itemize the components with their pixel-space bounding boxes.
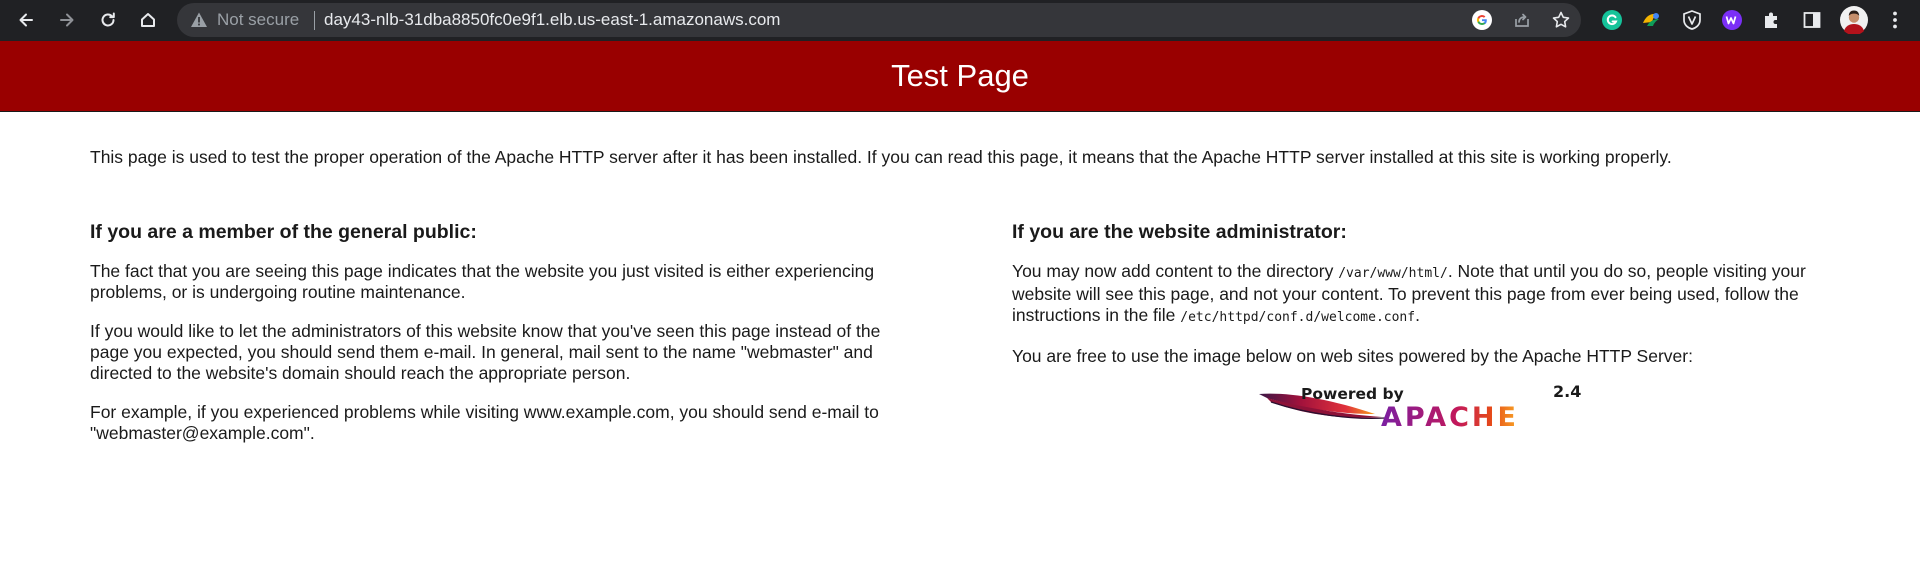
- public-paragraph-3: For example, if you experienced problems…: [90, 402, 879, 443]
- home-icon[interactable]: [134, 6, 162, 34]
- intro-paragraph: This page is used to test the proper ope…: [90, 147, 1672, 167]
- share-icon[interactable]: [1512, 10, 1532, 30]
- config-file-path: /etc/httpd/conf.d/welcome.conf: [1180, 310, 1416, 325]
- warning-icon[interactable]: [190, 11, 208, 29]
- omnibox-divider: [314, 11, 315, 30]
- admin-paragraph-2: You are free to use the image below on w…: [1012, 346, 1693, 366]
- w-extension-icon[interactable]: [1721, 9, 1743, 31]
- public-heading: If you are a member of the general publi…: [90, 221, 477, 243]
- menu-kebab-icon[interactable]: [1884, 9, 1906, 31]
- back-arrow-icon[interactable]: [12, 6, 40, 34]
- powered-by-apache-badge: Powered by 2.4 APACHE: [1259, 384, 1581, 432]
- address-bar[interactable]: Not secure day43-nlb-31dba8850fc0e9f1.el…: [177, 3, 1581, 37]
- profile-avatar[interactable]: [1840, 6, 1868, 34]
- badge-powered-by: Powered by: [1301, 385, 1404, 403]
- page-title: Test Page: [891, 58, 1029, 93]
- puzzle-extensions-icon[interactable]: [1761, 9, 1783, 31]
- badge-brand: APACHE: [1381, 402, 1519, 432]
- shield-extension-icon[interactable]: [1681, 9, 1703, 31]
- extension-color-icon[interactable]: [1641, 9, 1663, 31]
- browser-toolbar: Not secure day43-nlb-31dba8850fc0e9f1.el…: [0, 0, 1920, 41]
- badge-version: 2.4: [1553, 384, 1581, 401]
- reload-icon[interactable]: [94, 6, 122, 34]
- admin-text-a: You may now add content to the directory: [1012, 261, 1339, 281]
- bookmark-star-icon[interactable]: [1551, 10, 1571, 30]
- security-label[interactable]: Not secure: [217, 11, 299, 29]
- grammarly-icon[interactable]: [1601, 9, 1623, 31]
- page-header-banner: Test Page: [0, 41, 1920, 112]
- forward-arrow-icon[interactable]: [53, 6, 81, 34]
- google-icon[interactable]: [1472, 10, 1492, 30]
- url-text[interactable]: day43-nlb-31dba8850fc0e9f1.elb.us-east-1…: [324, 11, 780, 29]
- admin-paragraph-1: You may now add content to the directory…: [1012, 261, 1842, 328]
- public-paragraph-2: If you would like to let the administrat…: [90, 321, 881, 383]
- admin-text-c: .: [1415, 305, 1420, 325]
- public-paragraph-1: The fact that you are seeing this page i…: [90, 261, 875, 302]
- admin-heading: If you are the website administrator:: [1012, 221, 1347, 243]
- public-section: If you are a member of the general publi…: [90, 220, 910, 462]
- side-panel-icon[interactable]: [1801, 9, 1823, 31]
- directory-path: /var/www/html/: [1338, 266, 1448, 281]
- admin-section: If you are the website administrator: Yo…: [1012, 220, 1842, 385]
